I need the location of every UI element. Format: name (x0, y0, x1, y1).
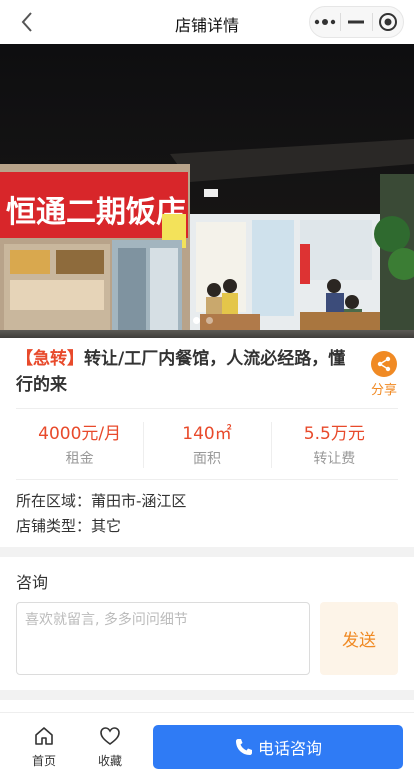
bottom-action-bar: 首页 收藏 电话咨询 (0, 712, 414, 780)
favorite-tab[interactable]: 收藏 (85, 725, 135, 769)
stat-rent-value: 4000元/月 (38, 424, 122, 444)
minimize-icon (348, 20, 365, 24)
section-separator (0, 547, 414, 557)
navigation-bar: 店铺详情 (0, 0, 414, 44)
stat-transfer-fee-label: 转让费 (313, 451, 356, 467)
favorite-tab-label: 收藏 (97, 754, 122, 768)
stat-area-value: 140㎡ (182, 424, 232, 444)
stat-transfer-fee-value: 5.5万元 (303, 424, 365, 444)
shop-sign-text: 恒通二期饭店 (6, 195, 186, 230)
heart-icon (100, 727, 120, 745)
carousel-indicator (193, 317, 213, 324)
target-close-icon (378, 13, 397, 31)
listing-title: 【急转】转让/工厂内餐馆，人流必经路，懂行的来 (16, 346, 361, 398)
stat-rent: 4000元/月 租金 (16, 410, 143, 478)
share-icon (371, 351, 397, 377)
send-button[interactable]: 发送 (320, 602, 398, 675)
home-tab-label: 首页 (31, 754, 56, 768)
section-separator (0, 690, 414, 700)
share-label: 分享 (370, 383, 397, 398)
shop-photo-carousel[interactable]: 恒通二期饭店 (0, 44, 414, 338)
more-dots-icon (314, 19, 336, 25)
phone-consult-button[interactable]: 电话咨询 (153, 725, 403, 769)
consult-title: 咨询 (16, 573, 49, 592)
message-input[interactable] (16, 602, 310, 675)
divider (16, 479, 398, 480)
carousel-dot[interactable] (206, 317, 213, 324)
shop-type-info: 店铺类型：其它 (16, 517, 122, 535)
share-button[interactable]: 分享 (366, 351, 402, 398)
stat-rent-label: 租金 (65, 451, 94, 467)
stat-transfer-fee: 5.5万元 转让费 (270, 410, 398, 478)
phone-consult-label: 电话咨询 (257, 739, 322, 758)
home-icon (35, 727, 53, 745)
mini-program-capsule (309, 6, 404, 38)
region-info: 所在区域：莆田市-涵江区 (16, 492, 187, 510)
urgent-tag: 【急转】 (16, 349, 84, 369)
minimize-button[interactable] (341, 7, 371, 37)
more-menu-button[interactable] (310, 7, 340, 37)
stat-area: 140㎡ 面积 (143, 410, 270, 478)
divider (16, 408, 398, 409)
home-tab[interactable]: 首页 (19, 725, 69, 769)
carousel-dot-active[interactable] (193, 317, 200, 324)
close-program-button[interactable] (373, 7, 403, 37)
listing-stats: 4000元/月 租金 140㎡ 面积 5.5万元 转让费 (16, 410, 398, 478)
stat-area-label: 面积 (192, 451, 221, 467)
shop-photo: 恒通二期饭店 (0, 44, 414, 338)
phone-icon (235, 739, 252, 755)
